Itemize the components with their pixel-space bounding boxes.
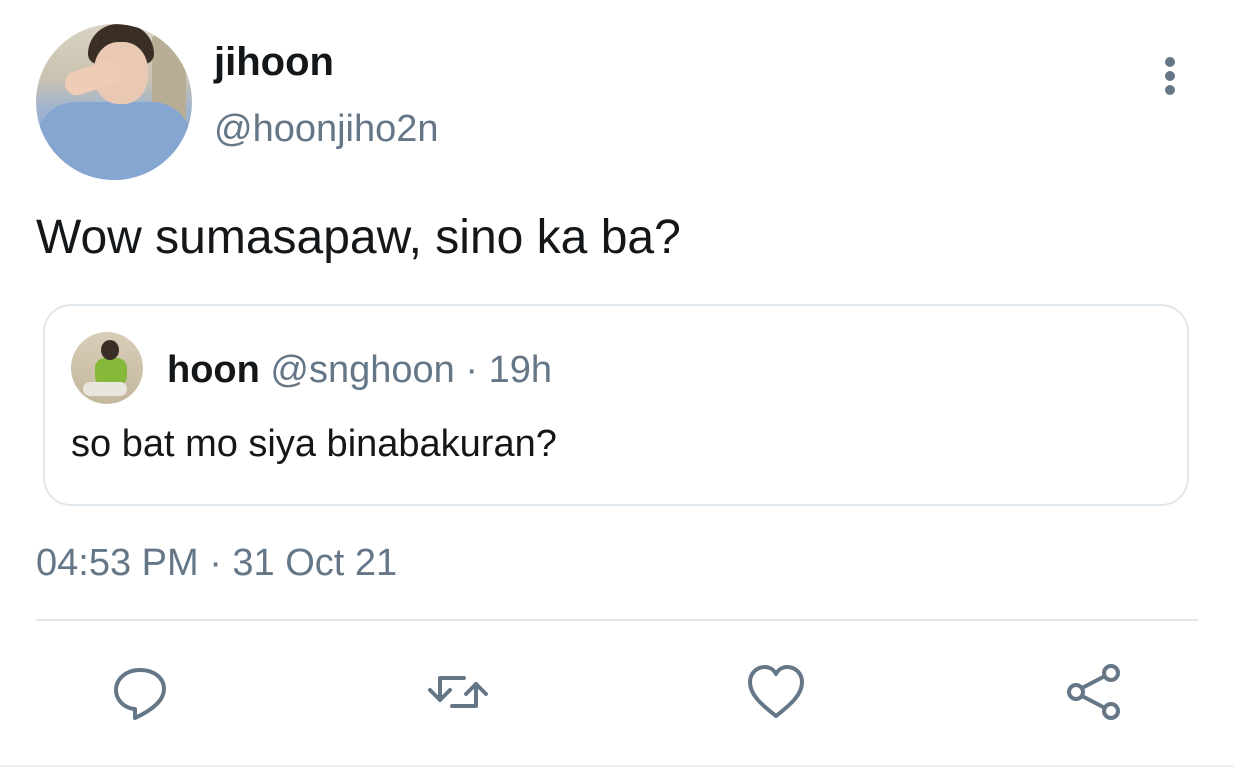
tweet-text: Wow sumasapaw, sino ka ba? (36, 211, 681, 264)
quoted-tweet-header: hoon @snghoon · 19h (167, 348, 552, 392)
heart-icon (748, 665, 804, 718)
author-display-name[interactable]: jihoon (214, 38, 334, 86)
bottom-divider (0, 765, 1234, 767)
share-button[interactable] (1062, 660, 1126, 724)
author-avatar[interactable] (36, 24, 192, 180)
divider (36, 619, 1198, 621)
quoted-author-avatar[interactable] (71, 332, 143, 404)
like-button[interactable] (744, 660, 808, 724)
reply-button[interactable] (108, 660, 172, 724)
quoted-separator: · (465, 349, 479, 391)
quoted-avatar-legs (83, 382, 127, 396)
tweet-detail: jihoon @hoonjiho2n Wow sumasapaw, sino k… (0, 0, 1234, 783)
quoted-tweet[interactable]: hoon @snghoon · 19h so bat mo siya binab… (43, 304, 1189, 506)
quoted-tweet-text: so bat mo siya binabakuran? (71, 423, 557, 465)
quoted-avatar-head (101, 340, 119, 360)
reply-icon (114, 668, 166, 720)
retweet-button[interactable] (426, 660, 490, 724)
quoted-author-handle: @snghoon (270, 349, 455, 391)
quoted-time: 19h (488, 349, 552, 391)
retweet-icon (428, 676, 488, 708)
more-vertical-icon[interactable] (1150, 52, 1190, 100)
avatar-shirt (36, 102, 192, 180)
quoted-author-name: hoon (167, 349, 260, 391)
tweet-timestamp: 04:53 PM · 31 Oct 21 (36, 542, 398, 584)
share-icon (1067, 664, 1120, 720)
author-handle[interactable]: @hoonjiho2n (214, 106, 439, 152)
